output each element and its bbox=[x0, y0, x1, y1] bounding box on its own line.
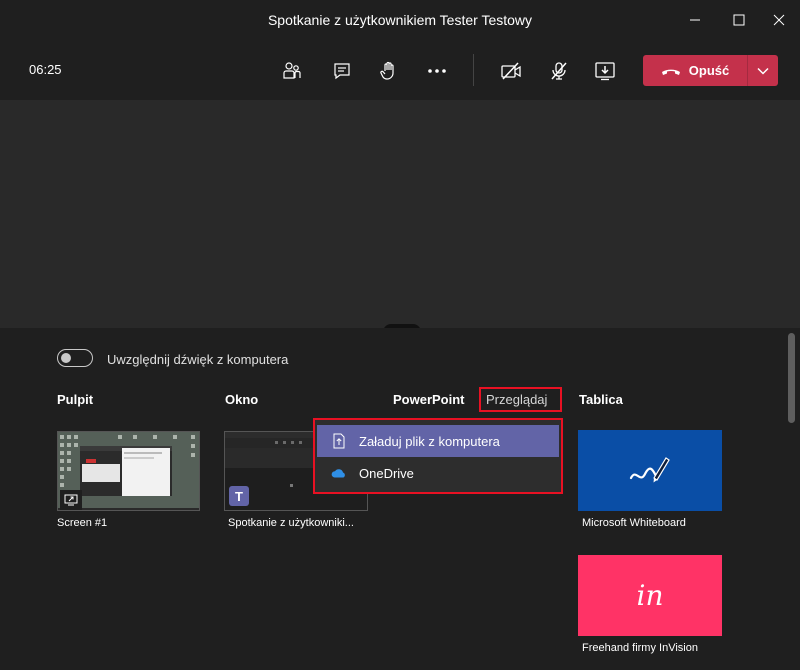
hang-up-icon bbox=[661, 69, 680, 75]
leave-button-group: Opuść bbox=[643, 55, 778, 86]
include-audio-label: Uwzględnij dźwięk z komputera bbox=[107, 352, 289, 367]
section-whiteboard: Tablica bbox=[579, 392, 623, 407]
participants-button[interactable] bbox=[279, 58, 305, 84]
chat-button[interactable] bbox=[329, 58, 355, 84]
whiteboard-icon bbox=[629, 456, 670, 482]
invision-logo-icon: in bbox=[636, 579, 664, 612]
freehand-tile[interactable]: in bbox=[578, 555, 722, 636]
camera-off-icon bbox=[501, 62, 521, 80]
whiteboard-tile[interactable] bbox=[578, 430, 722, 511]
browse-button[interactable]: Przeglądaj bbox=[479, 387, 562, 412]
mic-off-icon bbox=[551, 62, 567, 80]
leave-options-button[interactable] bbox=[748, 55, 778, 86]
minimize-button[interactable] bbox=[681, 6, 709, 34]
chat-icon bbox=[334, 63, 350, 80]
raise-hand-icon bbox=[380, 61, 394, 80]
share-tray-button[interactable] bbox=[592, 58, 618, 84]
upload-from-computer-label: Załaduj plik z komputera bbox=[359, 433, 500, 449]
raise-hand-button[interactable] bbox=[376, 58, 402, 84]
onedrive-label: OneDrive bbox=[359, 465, 414, 481]
chevron-down-icon bbox=[757, 67, 769, 75]
screen-caption: Screen #1 bbox=[57, 517, 108, 529]
monitor-share-icon bbox=[64, 494, 78, 506]
camera-toggle-button[interactable] bbox=[498, 58, 524, 84]
minimize-icon bbox=[690, 19, 700, 21]
video-stage bbox=[0, 100, 800, 328]
close-button[interactable] bbox=[765, 6, 793, 34]
leave-label: Opuść bbox=[688, 63, 730, 78]
title-bar: Spotkanie z użytkownikiem Tester Testowy bbox=[0, 0, 800, 40]
share-tray-icon bbox=[595, 62, 615, 81]
screen-thumbnail[interactable] bbox=[57, 431, 200, 511]
window-caption: Spotkanie z użytkowniki... bbox=[228, 517, 354, 529]
browse-dropdown: Załaduj plik z komputera OneDrive bbox=[313, 418, 563, 494]
mic-toggle-button[interactable] bbox=[546, 58, 572, 84]
window-title: Spotkanie z użytkownikiem Tester Testowy bbox=[267, 12, 533, 28]
tray-scrollbar[interactable] bbox=[788, 333, 795, 423]
onedrive-item[interactable]: OneDrive bbox=[317, 457, 559, 489]
screen-share-badge bbox=[60, 490, 82, 510]
more-options-button[interactable] bbox=[424, 58, 450, 84]
maximize-icon bbox=[733, 14, 745, 26]
whiteboard-caption: Microsoft Whiteboard bbox=[582, 517, 686, 529]
section-window: Okno bbox=[225, 392, 259, 407]
close-icon bbox=[773, 14, 785, 26]
freehand-caption: Freehand firmy InVision bbox=[582, 642, 698, 654]
section-desktop: Pulpit bbox=[57, 392, 94, 407]
include-audio-toggle[interactable] bbox=[57, 349, 93, 367]
people-icon bbox=[283, 62, 301, 79]
more-options-icon bbox=[428, 69, 446, 73]
toolbar-divider bbox=[473, 54, 474, 86]
section-powerpoint: PowerPoint bbox=[393, 392, 465, 407]
maximize-button[interactable] bbox=[725, 6, 753, 34]
leave-button[interactable]: Opuść bbox=[643, 55, 747, 86]
call-timer: 06:25 bbox=[29, 62, 62, 77]
meeting-toolbar: 06:25 Opuść bbox=[0, 40, 800, 100]
upload-from-computer-item[interactable]: Załaduj plik z komputera bbox=[317, 425, 559, 457]
toggle-knob bbox=[61, 352, 71, 363]
onedrive-icon bbox=[331, 465, 347, 481]
upload-file-icon bbox=[331, 433, 347, 449]
teams-logo-icon: T bbox=[229, 486, 249, 506]
